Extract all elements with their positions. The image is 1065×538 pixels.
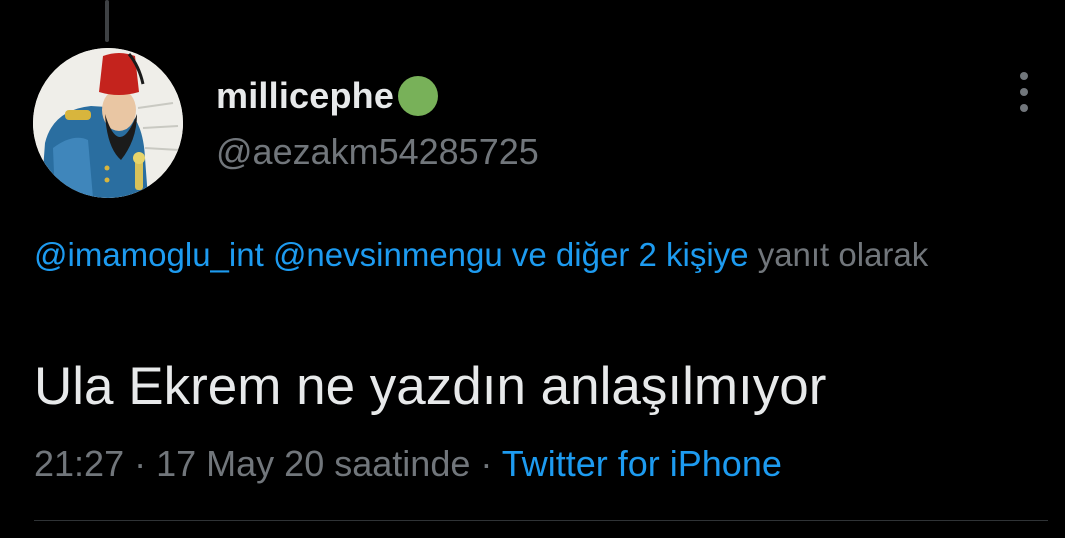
green-circle-icon — [398, 76, 439, 116]
tweet-time[interactable]: 21:27 — [34, 443, 124, 484]
tweet-date-suffix: saatinde — [334, 443, 471, 484]
tweet-meta: 21:27 · 17 May 20 saatinde · Twitter for… — [34, 443, 782, 485]
divider — [34, 520, 1048, 521]
portrait-avatar-icon — [33, 48, 183, 198]
tweet-date[interactable]: 17 May 20 — [156, 443, 324, 484]
more-vertical-icon[interactable] — [1010, 72, 1038, 112]
tweet-text: Ula Ekrem ne yazdın anlaşılmıyor — [34, 357, 827, 416]
more-dot — [1020, 104, 1028, 112]
reply-context: @imamoglu_int @nevsinmengu ve diğer 2 ki… — [34, 228, 1024, 281]
mention-link-imamoglu[interactable]: @imamoglu_int — [34, 236, 264, 273]
meta-separator: · — [480, 443, 493, 484]
author-name-row[interactable]: millicephe — [216, 72, 439, 120]
mention-link-nevsinmengu[interactable]: @nevsinmengu — [273, 236, 503, 273]
others-link[interactable]: ve diğer 2 kişiye — [512, 236, 749, 273]
thread-connector-line — [105, 0, 109, 42]
more-dot — [1020, 72, 1028, 80]
reply-suffix: yanıt olarak — [757, 236, 929, 273]
tweet-source-link[interactable]: Twitter for iPhone — [502, 443, 782, 484]
display-name[interactable]: millicephe — [216, 75, 394, 117]
author-handle[interactable]: @aezakm54285725 — [216, 131, 539, 173]
author-avatar[interactable] — [33, 48, 183, 198]
meta-separator: · — [134, 443, 147, 484]
more-dot — [1020, 88, 1028, 96]
